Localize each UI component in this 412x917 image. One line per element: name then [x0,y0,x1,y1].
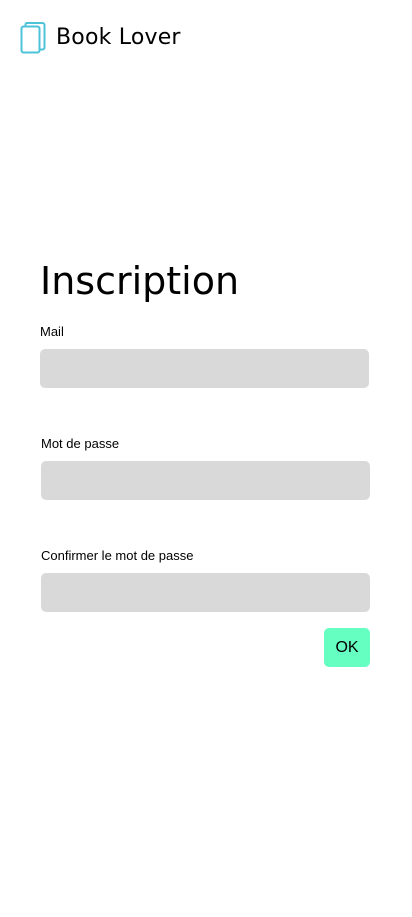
password-label: Mot de passe [41,436,120,451]
book-icon [20,22,46,54]
app-header: Book Lover [20,22,181,54]
password-input[interactable] [41,461,370,500]
mail-label: Mail [40,324,64,339]
app-title: Book Lover [56,25,181,50]
ok-button[interactable]: OK [324,628,370,667]
confirm-password-label: Confirmer le mot de passe [41,548,194,563]
confirm-password-input[interactable] [41,573,370,612]
mail-input[interactable] [40,349,369,388]
page-title: Inscription [40,259,240,303]
